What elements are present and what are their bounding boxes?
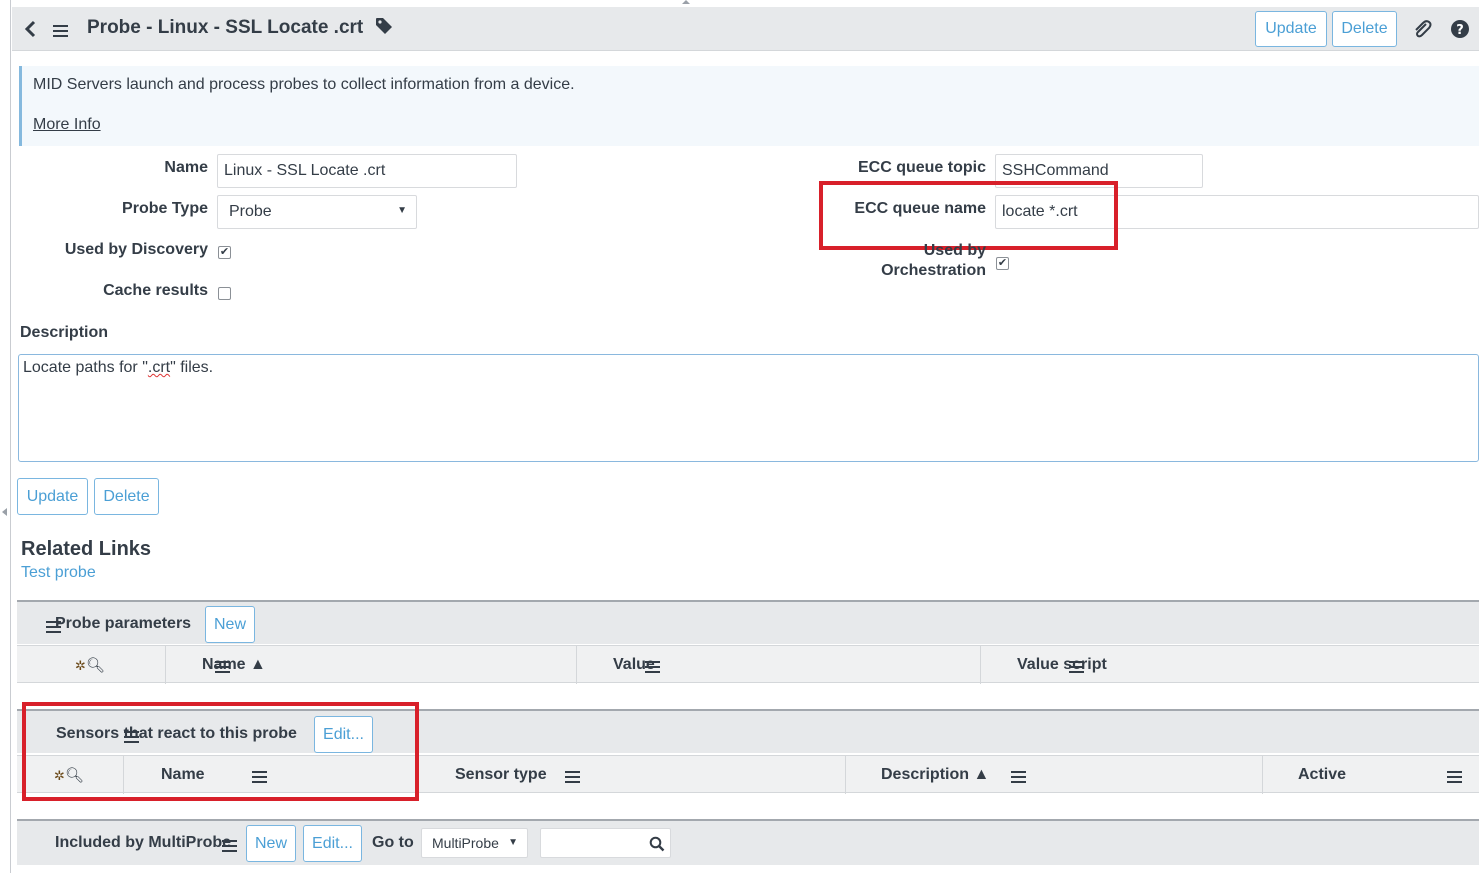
used-by-orchestration-checkbox[interactable]: ✔ (996, 257, 1009, 270)
svg-text:?: ? (1456, 23, 1464, 38)
column-value-script[interactable]: Value script (1017, 656, 1107, 674)
context-menu-icon[interactable] (53, 25, 68, 37)
probe-parameters-title: Probe parameters (55, 615, 192, 632)
probe-parameters-new-button[interactable]: New (205, 606, 255, 643)
dropdown-arrow-icon: ▼ (397, 205, 407, 216)
more-info-link[interactable]: More Info (33, 116, 101, 134)
goto-select[interactable]: MultiProbe ▼ (421, 828, 528, 858)
top-collapse-icon[interactable] (682, 0, 690, 4)
search-icon[interactable] (649, 836, 665, 852)
list-settings-icon[interactable]: ✲🔍︎ (75, 656, 105, 674)
column-active[interactable]: Active (1298, 766, 1346, 784)
test-probe-link[interactable]: Test probe (21, 564, 96, 582)
description-textarea[interactable] (18, 354, 1479, 462)
collapse-arrow-icon (2, 508, 7, 516)
column-description[interactable]: Description ▲ (881, 766, 989, 784)
goto-select-value: MultiProbe (432, 835, 499, 851)
multiprobe-new-button[interactable]: New (246, 825, 296, 862)
column-menu-icon[interactable] (1447, 771, 1463, 783)
goto-label: Go to (372, 834, 414, 851)
column-menu-icon[interactable] (565, 771, 581, 783)
used-by-discovery-label: Used by Discovery (64, 241, 208, 258)
column-sensor-type[interactable]: Sensor type (455, 766, 547, 784)
name-label: Name (164, 159, 208, 176)
used-by-orchestration-label: Used by Orchestration (881, 242, 986, 279)
multiprobe-title: Included by MultiProbe (55, 834, 232, 851)
header-update-button[interactable]: Update (1255, 11, 1327, 47)
page-title: Probe - Linux - SSL Locate .crt (87, 17, 393, 39)
highlight-box-sensors (22, 702, 419, 801)
column-name[interactable]: Name ▲ (202, 656, 266, 674)
column-menu-icon[interactable] (1010, 771, 1026, 783)
used-by-discovery-checkbox[interactable]: ✔ (218, 246, 231, 259)
probe-type-select[interactable]: Probe ▼ (217, 195, 417, 229)
description-label: Description (20, 324, 109, 341)
name-field[interactable]: Linux - SSL Locate .crt (217, 154, 517, 188)
tag-icon[interactable] (375, 17, 393, 35)
highlight-box-ecc (819, 181, 1118, 250)
description-text: Locate paths for ".crt" files. (23, 359, 214, 376)
ecc-queue-topic-label: ECC queue topic (857, 159, 986, 176)
update-button[interactable]: Update (17, 478, 88, 515)
dropdown-arrow-icon: ▼ (508, 837, 518, 848)
header-delete-button[interactable]: Delete (1332, 11, 1397, 47)
attachment-icon[interactable] (1412, 19, 1432, 39)
related-links-title: Related Links (21, 538, 152, 560)
info-text: MID Servers launch and process probes to… (33, 76, 575, 93)
multiprobe-edit-button[interactable]: Edit... (303, 825, 362, 862)
back-icon[interactable] (23, 20, 37, 38)
delete-button[interactable]: Delete (94, 478, 159, 515)
probe-type-label: Probe Type (122, 200, 208, 217)
column-value[interactable]: Value (613, 656, 655, 674)
multiprobe-search-input[interactable] (540, 828, 671, 858)
cache-results-checkbox[interactable] (218, 287, 231, 300)
search-icon[interactable]: 🔍︎ (86, 657, 105, 674)
help-icon[interactable]: ? (1450, 19, 1470, 39)
left-collapse-bar[interactable] (0, 0, 11, 873)
probe-type-value: Probe (229, 203, 272, 220)
cache-results-label: Cache results (103, 282, 208, 299)
